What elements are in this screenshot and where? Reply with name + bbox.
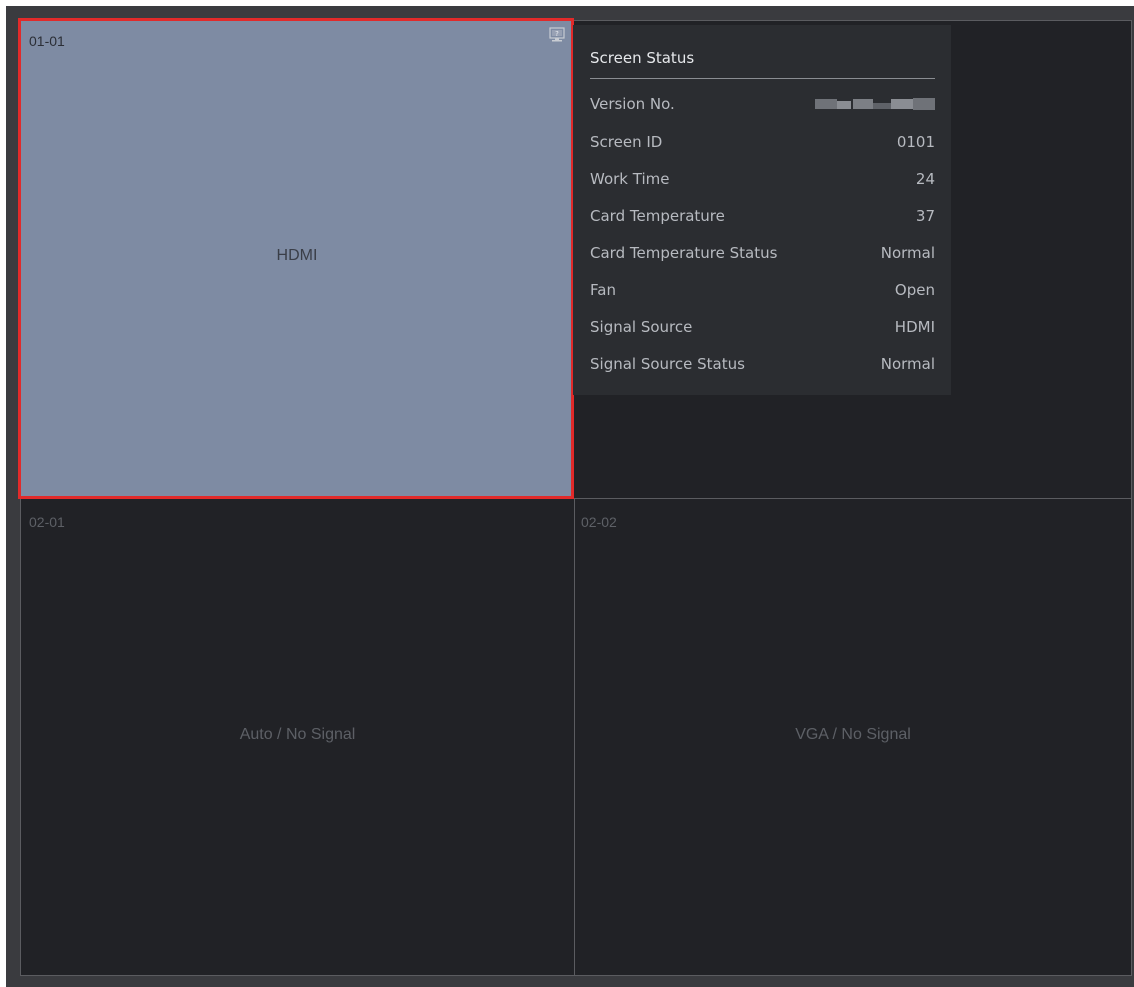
status-row-signal-source-status: Signal Source Status Normal bbox=[590, 355, 935, 375]
status-label: Signal Source Status bbox=[590, 355, 745, 373]
svg-text:?: ? bbox=[555, 30, 559, 38]
status-value: 37 bbox=[915, 207, 935, 225]
screen-source-label: VGA / No Signal bbox=[795, 726, 911, 743]
screen-01-01[interactable]: 01-01 ? HDMI bbox=[18, 18, 574, 499]
status-row-work-time: Work Time 24 bbox=[590, 170, 935, 190]
status-label: Work Time bbox=[590, 170, 670, 188]
tooltip-title: Screen Status bbox=[590, 49, 695, 67]
screen-id-label: 02-01 bbox=[29, 514, 65, 530]
status-value: Normal bbox=[880, 244, 935, 262]
screen-02-01[interactable]: 02-01 Auto / No Signal bbox=[21, 499, 574, 975]
redacted-version-block bbox=[815, 98, 935, 110]
status-label: Signal Source bbox=[590, 318, 693, 336]
tooltip-divider bbox=[590, 78, 935, 79]
screen-source-label: HDMI bbox=[276, 247, 318, 264]
status-value: Normal bbox=[880, 355, 935, 373]
status-row-card-temperature: Card Temperature 37 bbox=[590, 207, 935, 227]
screen-02-02[interactable]: 02-02 VGA / No Signal bbox=[575, 499, 1131, 975]
status-label: Card Temperature Status bbox=[590, 244, 778, 262]
status-value: Open bbox=[894, 281, 935, 299]
video-wall-frame: 02-01 Auto / No Signal 02-02 VGA / No Si… bbox=[6, 6, 1134, 987]
monitor-status-icon[interactable]: ? bbox=[549, 27, 565, 43]
status-value: 24 bbox=[915, 170, 935, 188]
status-row-screen-id: Screen ID 0101 bbox=[590, 133, 935, 153]
status-label: Screen ID bbox=[590, 133, 663, 151]
status-row-card-temperature-status: Card Temperature Status Normal bbox=[590, 244, 935, 264]
status-label: Fan bbox=[590, 281, 616, 299]
screen-status-tooltip: Screen Status Version No. Screen ID 0101… bbox=[573, 25, 951, 395]
screen-id-label: 02-02 bbox=[581, 514, 617, 530]
status-label: Version No. bbox=[590, 95, 675, 113]
screen-id-label: 01-01 bbox=[29, 33, 65, 49]
status-value: HDMI bbox=[894, 318, 935, 336]
status-row-fan: Fan Open bbox=[590, 281, 935, 301]
status-row-signal-source: Signal Source HDMI bbox=[590, 318, 935, 338]
screen-source-label: Auto / No Signal bbox=[239, 726, 356, 743]
status-row-version: Version No. bbox=[590, 95, 935, 115]
status-value: 0101 bbox=[896, 133, 935, 151]
status-label: Card Temperature bbox=[590, 207, 725, 225]
